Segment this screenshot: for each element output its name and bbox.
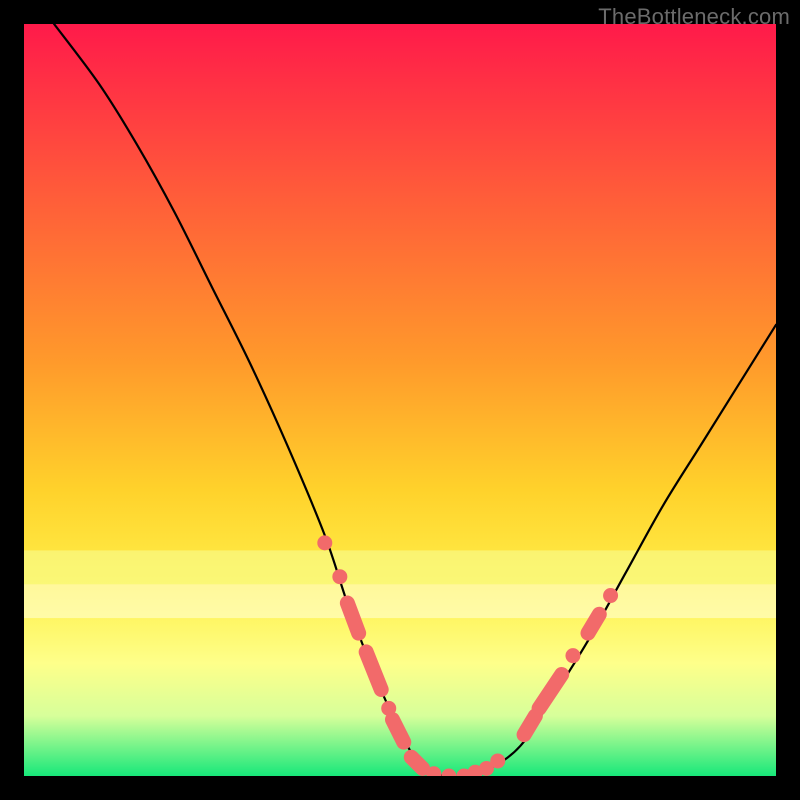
- gradient-background: [24, 24, 776, 776]
- bottleneck-chart: [24, 24, 776, 776]
- curve-pill: [524, 716, 535, 735]
- highlight-band: [24, 584, 776, 618]
- highlight-band: [24, 550, 776, 584]
- curve-dot: [317, 535, 332, 550]
- highlight-bands: [24, 550, 776, 618]
- curve-dot: [603, 588, 618, 603]
- curve-dot: [565, 648, 580, 663]
- curve-pill: [347, 603, 358, 633]
- curve-dot: [490, 753, 505, 768]
- watermark-label: TheBottleneck.com: [598, 4, 790, 30]
- curve-dot: [332, 569, 347, 584]
- chart-frame: [24, 24, 776, 776]
- curve-pill: [411, 757, 422, 768]
- curve-pill: [588, 614, 599, 633]
- curve-pill: [392, 720, 403, 743]
